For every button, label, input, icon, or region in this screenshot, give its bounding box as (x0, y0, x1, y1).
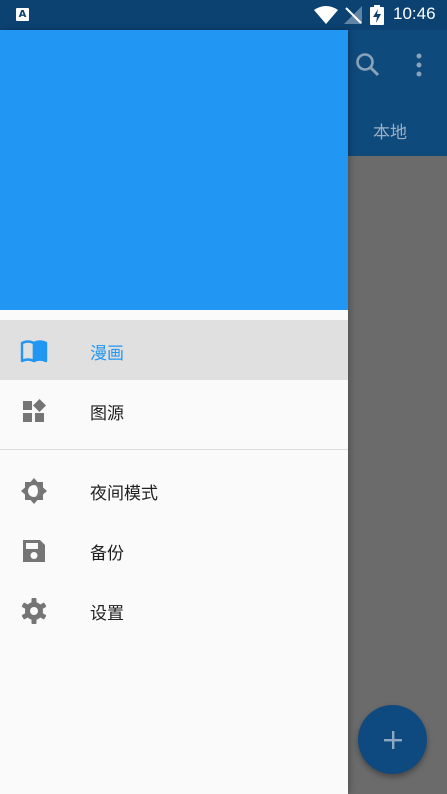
battery-charging-icon (370, 5, 384, 25)
drawer-header (0, 30, 348, 310)
drawer-item-backup[interactable]: 备份 (0, 520, 348, 580)
drawer-item-label: 夜间模式 (90, 484, 158, 504)
book-icon (20, 340, 48, 363)
drawer-item-night-mode[interactable]: 夜间模式 (0, 460, 348, 520)
settings-icon (21, 598, 47, 624)
drawer-item-label: 备份 (90, 544, 124, 564)
search-icon[interactable] (355, 52, 381, 78)
add-icon (383, 730, 402, 749)
wifi-icon (314, 6, 338, 24)
drawer-item-sources[interactable]: 图源 (0, 380, 348, 440)
navigation-drawer: 漫画 图源 夜间模式 备份 设置 (0, 30, 348, 794)
drawer-item-comics[interactable]: 漫画 (0, 320, 348, 380)
night-mode-icon (21, 478, 47, 504)
no-signal-icon (344, 6, 362, 24)
drawer-divider (0, 449, 348, 450)
drawer-item-settings[interactable]: 设置 (0, 580, 348, 640)
more-vert-icon[interactable] (412, 52, 426, 78)
drawer-item-label: 设置 (90, 604, 124, 624)
drawer-item-label: 图源 (90, 404, 124, 424)
tab-local[interactable]: 本地 (373, 118, 407, 143)
save-icon (23, 540, 45, 562)
status-clock: 10:46 (393, 4, 436, 23)
notification-a-icon: A (16, 8, 29, 21)
widgets-icon (23, 399, 46, 422)
drawer-item-label: 漫画 (90, 344, 124, 364)
add-fab-button[interactable] (358, 705, 427, 774)
status-bar: A 10:46 (0, 0, 447, 30)
